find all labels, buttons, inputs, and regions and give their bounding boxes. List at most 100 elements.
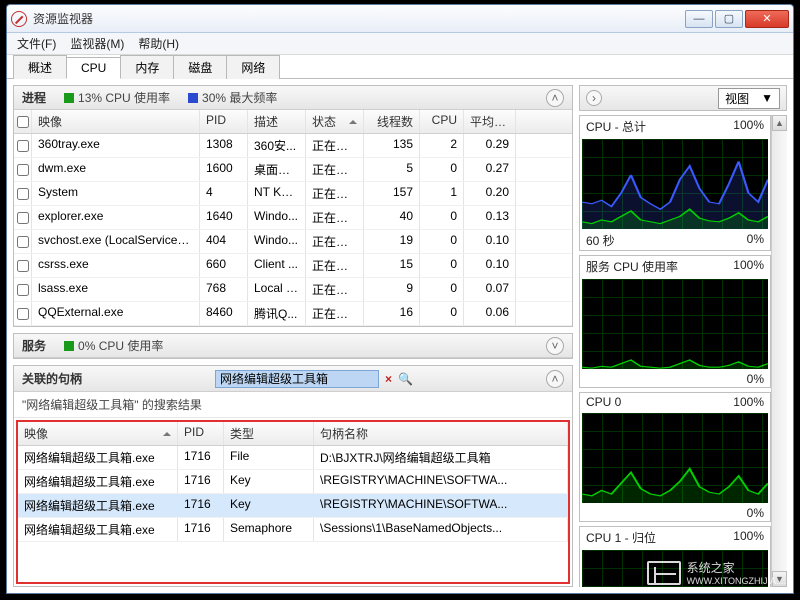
process-row[interactable]: explorer.exe 1640 Windo... 正在运行 40 0 0.1… <box>14 206 572 230</box>
processes-pane: 进程 13% CPU 使用率 30% 最大频率 ˄ 映像 PID 描述 状态 线… <box>13 85 573 327</box>
menu-monitor[interactable]: 监视器(M) <box>70 35 124 52</box>
scroll-up-icon[interactable]: ▲ <box>772 115 787 131</box>
cell-status: 正在运行 <box>306 206 364 229</box>
cell-cpu: 0 <box>420 278 464 301</box>
cell-pid: 1716 <box>178 494 224 517</box>
cell-cpu: 1 <box>420 182 464 205</box>
cell-image: 360tray.exe <box>32 134 200 157</box>
cell-status: 正在运行 <box>306 158 364 181</box>
cell-status: 正在运行 <box>306 254 364 277</box>
cell-desc: Windo... <box>248 206 306 229</box>
hcol-pid[interactable]: PID <box>178 422 224 445</box>
col-cpu[interactable]: CPU <box>420 110 464 133</box>
tab-cpu[interactable]: CPU <box>66 57 121 79</box>
menu-help[interactable]: 帮助(H) <box>138 35 179 52</box>
titlebar[interactable]: 资源监视器 — ▢ ✕ <box>7 5 793 33</box>
minimize-button[interactable]: — <box>685 10 713 28</box>
right-scrollbar[interactable]: ▲ ▼ <box>771 115 787 587</box>
process-row[interactable]: dwm.exe 1600 桌面窗... 正在运行 5 0 0.27 <box>14 158 572 182</box>
legend-services-cpu: 0% CPU 使用率 <box>78 337 163 354</box>
col-status[interactable]: 状态 <box>306 110 364 133</box>
row-checkbox[interactable] <box>14 206 32 229</box>
tab-memory[interactable]: 内存 <box>120 55 174 79</box>
handles-search-input[interactable] <box>215 370 379 388</box>
window-title: 资源监视器 <box>33 10 93 27</box>
cell-name: D:\BJXTRJ\网络编辑超级工具箱 <box>314 446 568 469</box>
cell-pid: 768 <box>200 278 248 301</box>
hcol-name[interactable]: 句柄名称 <box>314 422 568 445</box>
chart-footer-right: 0% <box>747 506 764 520</box>
col-desc[interactable]: 描述 <box>248 110 306 133</box>
process-row[interactable]: System 4 NT Ker... 正在运行 157 1 0.20 <box>14 182 572 206</box>
cell-threads: 15 <box>364 254 420 277</box>
tab-disk[interactable]: 磁盘 <box>173 55 227 79</box>
expand-button[interactable]: ˅ <box>546 337 564 355</box>
row-checkbox[interactable] <box>14 158 32 181</box>
col-checkbox[interactable] <box>14 110 32 133</box>
cell-name: \Sessions\1\BaseNamedObjects... <box>314 518 568 541</box>
cell-avg: 0.27 <box>464 158 516 181</box>
col-pid[interactable]: PID <box>200 110 248 133</box>
tab-overview[interactable]: 概述 <box>13 55 67 79</box>
cell-avg: 0.10 <box>464 254 516 277</box>
cell-avg: 0.29 <box>464 134 516 157</box>
chevron-up-icon: ˄ <box>551 91 558 105</box>
hcol-type[interactable]: 类型 <box>224 422 314 445</box>
cell-avg: 0.20 <box>464 182 516 205</box>
scroll-down-icon[interactable]: ▼ <box>772 571 787 587</box>
process-row[interactable]: csrss.exe 660 Client ... 正在运行 15 0 0.10 <box>14 254 572 278</box>
chart-title: 服务 CPU 使用率 <box>586 258 678 275</box>
cell-cpu: 0 <box>420 230 464 253</box>
cell-desc: 腾讯Q... <box>248 302 306 325</box>
maximize-button[interactable]: ▢ <box>715 10 743 28</box>
legend-cpu-usage: 13% CPU 使用率 <box>78 89 170 106</box>
col-image[interactable]: 映像 <box>32 110 200 133</box>
handle-row[interactable]: 网络编辑超级工具箱.exe 1716 Semaphore \Sessions\1… <box>18 518 568 542</box>
cell-cpu: 0 <box>420 206 464 229</box>
cell-image: explorer.exe <box>32 206 200 229</box>
close-button[interactable]: ✕ <box>745 10 789 28</box>
cell-status: 正在运行 <box>306 302 364 325</box>
col-avg[interactable]: 平均 C... <box>464 110 516 133</box>
cell-threads: 40 <box>364 206 420 229</box>
cell-image: csrss.exe <box>32 254 200 277</box>
chart-2: CPU 0100% 0% <box>579 392 771 522</box>
collapse-button[interactable]: ˄ <box>546 89 564 107</box>
hcol-image[interactable]: 映像 <box>18 422 178 445</box>
process-row[interactable]: lsass.exe 768 Local S... 正在运行 9 0 0.07 <box>14 278 572 302</box>
process-row[interactable]: QQExternal.exe 8460 腾讯Q... 正在运行 16 0 0.0… <box>14 302 572 326</box>
cell-threads: 19 <box>364 230 420 253</box>
chart-title: CPU 1 - 归位 <box>586 529 656 546</box>
handle-row[interactable]: 网络编辑超级工具箱.exe 1716 Key \REGISTRY\MACHINE… <box>18 494 568 518</box>
cell-status: 正在运行 <box>306 182 364 205</box>
cell-desc: NT Ker... <box>248 182 306 205</box>
handle-row[interactable]: 网络编辑超级工具箱.exe 1716 Key \REGISTRY\MACHINE… <box>18 470 568 494</box>
cell-image: 网络编辑超级工具箱.exe <box>18 470 178 493</box>
chart-3: CPU 1 - 归位100% 0% <box>579 526 771 587</box>
process-row[interactable]: 360tray.exe 1308 360安... 正在运行 135 2 0.29 <box>14 134 572 158</box>
row-checkbox[interactable] <box>14 254 32 277</box>
clear-search-icon[interactable]: × <box>385 372 392 386</box>
process-row[interactable]: svchost.exe (LocalServiceN... 404 Windo.… <box>14 230 572 254</box>
collapse-right-button[interactable]: › <box>586 90 602 106</box>
cell-pid: 1716 <box>178 446 224 469</box>
view-select[interactable]: 视图 ▼ <box>718 88 780 109</box>
cell-image: 网络编辑超级工具箱.exe <box>18 518 178 541</box>
tab-network[interactable]: 网络 <box>226 55 280 79</box>
row-checkbox[interactable] <box>14 182 32 205</box>
menu-file[interactable]: 文件(F) <box>17 35 56 52</box>
services-pane: 服务 0% CPU 使用率 ˅ <box>13 333 573 359</box>
square-icon <box>188 93 198 103</box>
cell-status: 正在运行 <box>306 278 364 301</box>
col-threads[interactable]: 线程数 <box>364 110 420 133</box>
collapse-button[interactable]: ˄ <box>546 370 564 388</box>
chart-canvas <box>582 279 768 369</box>
handle-row[interactable]: 网络编辑超级工具箱.exe 1716 File D:\BJXTRJ\网络编辑超级… <box>18 446 568 470</box>
row-checkbox[interactable] <box>14 134 32 157</box>
chart-canvas <box>582 139 768 229</box>
cell-image: System <box>32 182 200 205</box>
row-checkbox[interactable] <box>14 230 32 253</box>
row-checkbox[interactable] <box>14 278 32 301</box>
row-checkbox[interactable] <box>14 302 32 325</box>
search-icon[interactable]: 🔍 <box>398 372 413 386</box>
